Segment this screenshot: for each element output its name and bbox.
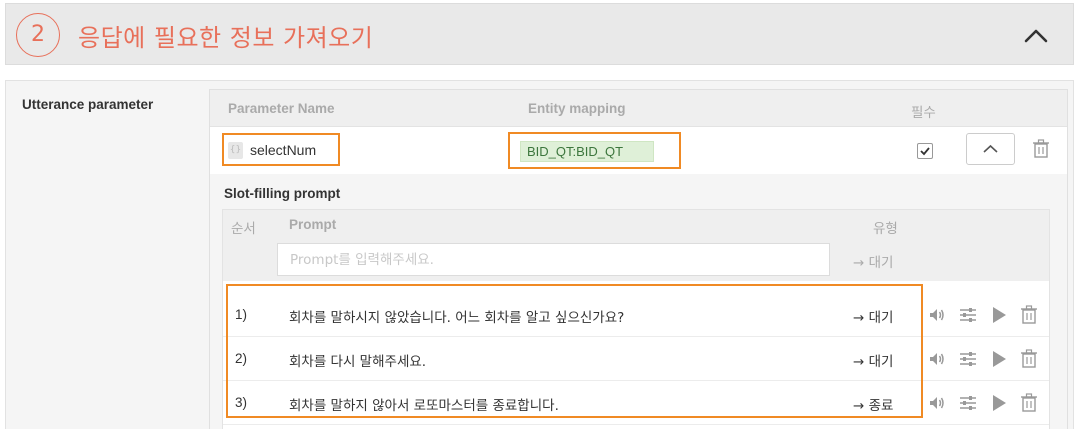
prompt-row: 3) 회차를 말하지 않아서 로또마스터를 종료합니다. → 종료 xyxy=(223,381,1049,425)
utterance-parameter-label: Utterance parameter xyxy=(22,97,154,112)
prompt-table-header: 순서 Prompt 유형 xyxy=(223,210,1049,241)
trash-icon[interactable] xyxy=(1032,139,1050,159)
settings-sliders-icon[interactable] xyxy=(958,393,978,413)
play-icon[interactable] xyxy=(989,393,1009,413)
section-title: 응답에 필요한 정보 가져오기 xyxy=(78,24,374,52)
prompt-type[interactable]: → 대기 xyxy=(853,350,893,370)
utterance-parameter-section: Utterance parameter Parameter Name Entit… xyxy=(5,80,1074,429)
column-order: 순서 xyxy=(231,221,256,236)
collapse-slot-button[interactable] xyxy=(966,133,1015,165)
prompt-type[interactable]: → 대기 xyxy=(853,306,893,326)
prompt-input-row: → 대기 xyxy=(223,241,1049,281)
prompt-order: 1) xyxy=(235,307,248,322)
input-type[interactable]: → 대기 xyxy=(853,251,893,271)
entity-tag: BID_QT:BID_QT xyxy=(520,141,654,162)
speaker-icon[interactable] xyxy=(927,393,947,413)
column-entity-mapping: Entity mapping xyxy=(528,101,626,116)
play-icon[interactable] xyxy=(989,349,1009,369)
prompt-type[interactable]: → 종료 xyxy=(853,394,893,414)
parameter-panel: Parameter Name Entity mapping 필수 {} sele… xyxy=(209,89,1068,429)
column-prompt: Prompt xyxy=(289,217,337,232)
play-icon[interactable] xyxy=(989,305,1009,325)
prompt-order: 3) xyxy=(235,395,248,410)
trash-icon[interactable] xyxy=(1020,305,1040,325)
slot-filling-title: Slot-filling prompt xyxy=(224,186,341,201)
variable-icon: {} xyxy=(228,142,243,159)
chevron-up-icon[interactable] xyxy=(1021,22,1051,48)
entity-mapping-field[interactable]: BID_QT:BID_QT xyxy=(508,132,681,169)
step-number: 2 xyxy=(16,13,60,57)
speaker-icon[interactable] xyxy=(927,305,947,325)
parameter-table-header: Parameter Name Entity mapping 필수 xyxy=(210,90,1067,127)
prompt-text[interactable]: 회차를 말하시지 않았습니다. 어느 회차를 알고 싶으신가요? xyxy=(289,306,624,326)
column-required: 필수 xyxy=(911,105,936,120)
required-checkbox[interactable] xyxy=(917,143,933,159)
column-type: 유형 xyxy=(873,221,898,236)
prompt-order: 2) xyxy=(235,351,248,366)
prompt-table: 순서 Prompt 유형 → 대기 1) 회차를 말하시지 않았습니다. 어느 … xyxy=(222,209,1050,429)
trash-icon[interactable] xyxy=(1020,349,1040,369)
slot-filling-section: Slot-filling prompt 순서 Prompt 유형 → 대기 1)… xyxy=(210,174,1067,429)
speaker-icon[interactable] xyxy=(927,349,947,369)
prompt-text[interactable]: 회차를 말하지 않아서 로또마스터를 종료합니다. xyxy=(289,394,559,414)
settings-sliders-icon[interactable] xyxy=(958,349,978,369)
prompt-input[interactable] xyxy=(277,243,830,276)
prompt-row: 1) 회차를 말하시지 않았습니다. 어느 회차를 알고 싶으신가요? → 대기 xyxy=(223,293,1049,337)
parameter-row: {} selectNum BID_QT:BID_QT xyxy=(210,127,1067,174)
parameter-name-field[interactable]: {} selectNum xyxy=(222,133,340,166)
parameter-name: selectNum xyxy=(250,142,317,158)
prompt-row: 2) 회차를 다시 말해주세요. → 대기 xyxy=(223,337,1049,381)
column-parameter-name: Parameter Name xyxy=(228,101,335,116)
settings-sliders-icon[interactable] xyxy=(958,305,978,325)
trash-icon[interactable] xyxy=(1020,393,1040,413)
prompt-text[interactable]: 회차를 다시 말해주세요. xyxy=(289,350,426,370)
section-header: 2 응답에 필요한 정보 가져오기 xyxy=(5,3,1074,65)
